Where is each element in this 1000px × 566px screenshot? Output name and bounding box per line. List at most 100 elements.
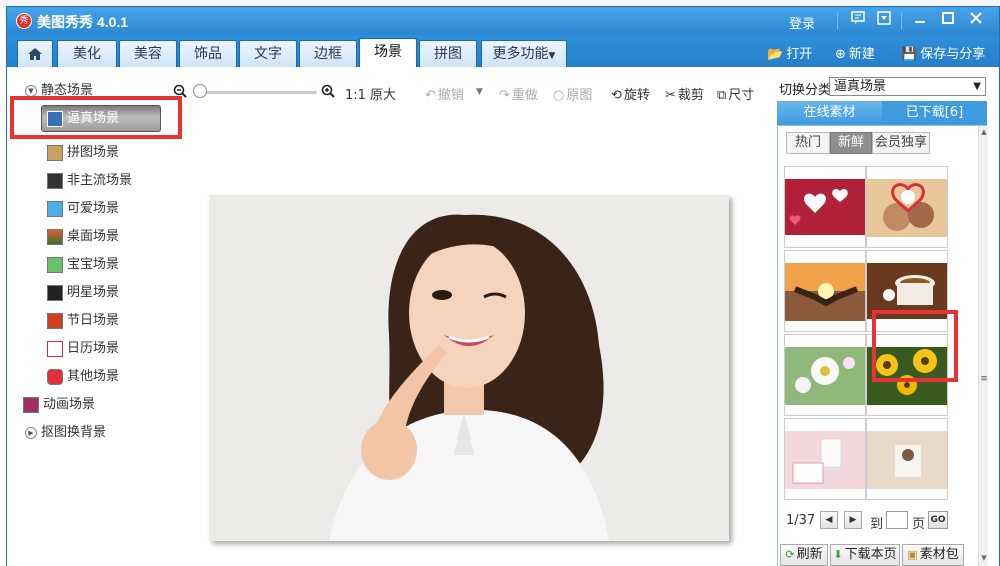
tree-item-label: 日历场景 [67, 341, 120, 356]
go-button[interactable]: GO [928, 511, 948, 529]
tab-accessories[interactable]: 饰品 [179, 40, 237, 67]
tab-collage[interactable]: 拼图 [419, 40, 477, 67]
highlight-box [10, 96, 182, 139]
package-icon: ▣ [907, 548, 918, 561]
app-logo-icon: 秀 [16, 13, 32, 29]
tree-item-holiday[interactable]: 节日场景 [47, 309, 119, 329]
tab-home[interactable] [17, 40, 53, 67]
material-thumb[interactable] [784, 334, 866, 416]
subtab-fresh[interactable]: 新鲜 [830, 132, 872, 154]
material-scrollbar[interactable]: ▲ ≡ ▼ [978, 126, 988, 566]
scene-tree: ▼ 静态场景 逼真场景 拼图场景 非主流场景 可爱场景 桌面场景 宝宝场景 明星… [7, 67, 182, 566]
minimize-icon[interactable] [909, 10, 931, 32]
zoom-in-icon[interactable] [321, 84, 335, 102]
redo-button[interactable]: ↷ 重做 [499, 84, 538, 103]
zoom-out-icon[interactable] [173, 84, 187, 102]
tree-item-label: 节日场景 [67, 313, 120, 328]
original-size-button[interactable]: 1:1 原大 [345, 84, 396, 103]
size-label: 尺寸 [728, 88, 755, 103]
original-icon: ○ [553, 88, 565, 103]
material-thumb[interactable] [784, 166, 866, 248]
undo-button[interactable]: ↶ 撤销 [425, 84, 464, 103]
page-unit-label: 页 [912, 517, 926, 532]
tab-scene[interactable]: 场景 [359, 38, 417, 67]
resize-icon: ⧉ [717, 88, 727, 103]
subtab-hot[interactable]: 热门 [786, 132, 830, 154]
app-title: 美图秀秀 4.0.1 [37, 14, 129, 30]
collapse-icon: ▼ [25, 84, 37, 97]
tab-more-label: 更多功能 [492, 46, 549, 62]
prev-page-button[interactable]: ◀ [820, 511, 838, 529]
next-page-button[interactable]: ▶ [844, 511, 862, 529]
photo-canvas[interactable] [209, 195, 729, 541]
open-button[interactable]: 📂 打开 [767, 43, 812, 62]
save-share-button[interactable]: 💾 保存与分享 [901, 43, 985, 62]
tab-downloaded[interactable]: 已下载[6] [882, 101, 987, 125]
tree-item-star[interactable]: 明星场景 [47, 281, 119, 301]
tree-item-nonmainstream[interactable]: 非主流场景 [47, 169, 132, 189]
undo-label: 撤销 [437, 88, 464, 103]
material-thumb[interactable] [784, 418, 866, 500]
caret-down-icon: ▼ [548, 51, 556, 61]
goto-label: 到 [870, 517, 884, 532]
tab-more-features[interactable]: 更多功能▼ [481, 40, 567, 67]
undo-dropdown-icon[interactable]: ▼ [476, 87, 483, 97]
tab-border[interactable]: 边框 [299, 40, 357, 67]
content-area: ▼ 静态场景 逼真场景 拼图场景 非主流场景 可爱场景 桌面场景 宝宝场景 明星… [7, 67, 999, 566]
material-thumb[interactable] [866, 418, 948, 500]
tree-item-other[interactable]: 其他场景 [47, 365, 119, 385]
scroll-up-icon[interactable]: ▲ [979, 128, 989, 136]
rotate-button[interactable]: ⟲ 旋转 [611, 84, 650, 103]
tree-item-cute[interactable]: 可爱场景 [47, 197, 119, 217]
original-button[interactable]: ○ 原图 [553, 84, 592, 103]
tab-beautify[interactable]: 美化 [57, 40, 117, 67]
zoom-slider-track[interactable] [197, 91, 317, 94]
subtab-vip[interactable]: 会员独享 [872, 132, 930, 154]
refresh-label: 刷新 [796, 547, 823, 562]
folder-icon: 📂 [767, 47, 784, 62]
tree-item-baby[interactable]: 宝宝场景 [47, 253, 119, 273]
login-link[interactable]: 登录 [789, 13, 815, 32]
tree-item-desktop[interactable]: 桌面场景 [47, 225, 119, 245]
refresh-button[interactable]: ⟳ 刷新 [780, 544, 828, 566]
zoom-slider-thumb[interactable] [193, 84, 207, 98]
category-label: 切换分类 [779, 83, 832, 98]
titlebar-divider [837, 13, 838, 29]
page-input[interactable] [886, 511, 908, 529]
material-pack-label: 素材包 [919, 547, 959, 562]
home-icon [28, 48, 42, 60]
tab-makeup[interactable]: 美容 [119, 40, 177, 67]
tree-group-cutout[interactable]: ▶ 抠图换背景 [25, 421, 106, 440]
chevron-down-icon: ▼ [973, 81, 981, 92]
maximize-icon[interactable] [937, 10, 959, 32]
tree-item-label: 宝宝场景 [67, 257, 120, 272]
close-icon[interactable] [965, 10, 987, 32]
download-page-button[interactable]: ⬇ 下载本页 [830, 544, 900, 566]
tree-item-label: 明星场景 [67, 285, 120, 300]
scroll-down-icon[interactable]: ▼ [979, 554, 989, 562]
animated-scene-icon [23, 396, 39, 413]
tree-group-animated[interactable]: 动画场景 [23, 393, 95, 413]
plus-circle-icon: ⊕ [835, 47, 846, 62]
message-icon[interactable] [847, 10, 869, 32]
menu-icon[interactable] [873, 10, 895, 32]
rotate-label: 旋转 [623, 88, 650, 103]
new-button[interactable]: ⊕ 新建 [835, 43, 875, 62]
tree-item-label: 非主流场景 [67, 173, 133, 188]
tab-text[interactable]: 文字 [239, 40, 297, 67]
save-label: 保存与分享 [920, 47, 986, 62]
material-thumb[interactable] [866, 166, 948, 248]
tab-online-materials[interactable]: 在线素材 [777, 101, 882, 125]
heart-scene-icon [47, 368, 63, 385]
tree-item-calendar[interactable]: 日历场景 [47, 337, 119, 357]
tree-item-collage[interactable]: 拼图场景 [47, 141, 119, 161]
material-panel: 切换分类 逼真场景 ▼ 在线素材 已下载[6] 热门 新鲜 会员独享 ▲ ≡ ▼… [775, 67, 1000, 566]
category-select[interactable]: 逼真场景 ▼ [829, 77, 986, 96]
holiday-scene-icon [47, 312, 63, 329]
size-button[interactable]: ⧉ 尺寸 [717, 84, 754, 103]
crop-button[interactable]: ✂ 裁剪 [665, 84, 704, 103]
material-pack-button[interactable]: ▣ 素材包 [902, 544, 964, 566]
download-page-label: 下载本页 [844, 547, 897, 562]
scroll-grip-icon[interactable]: ≡ [979, 374, 989, 384]
material-thumb[interactable] [784, 250, 866, 332]
